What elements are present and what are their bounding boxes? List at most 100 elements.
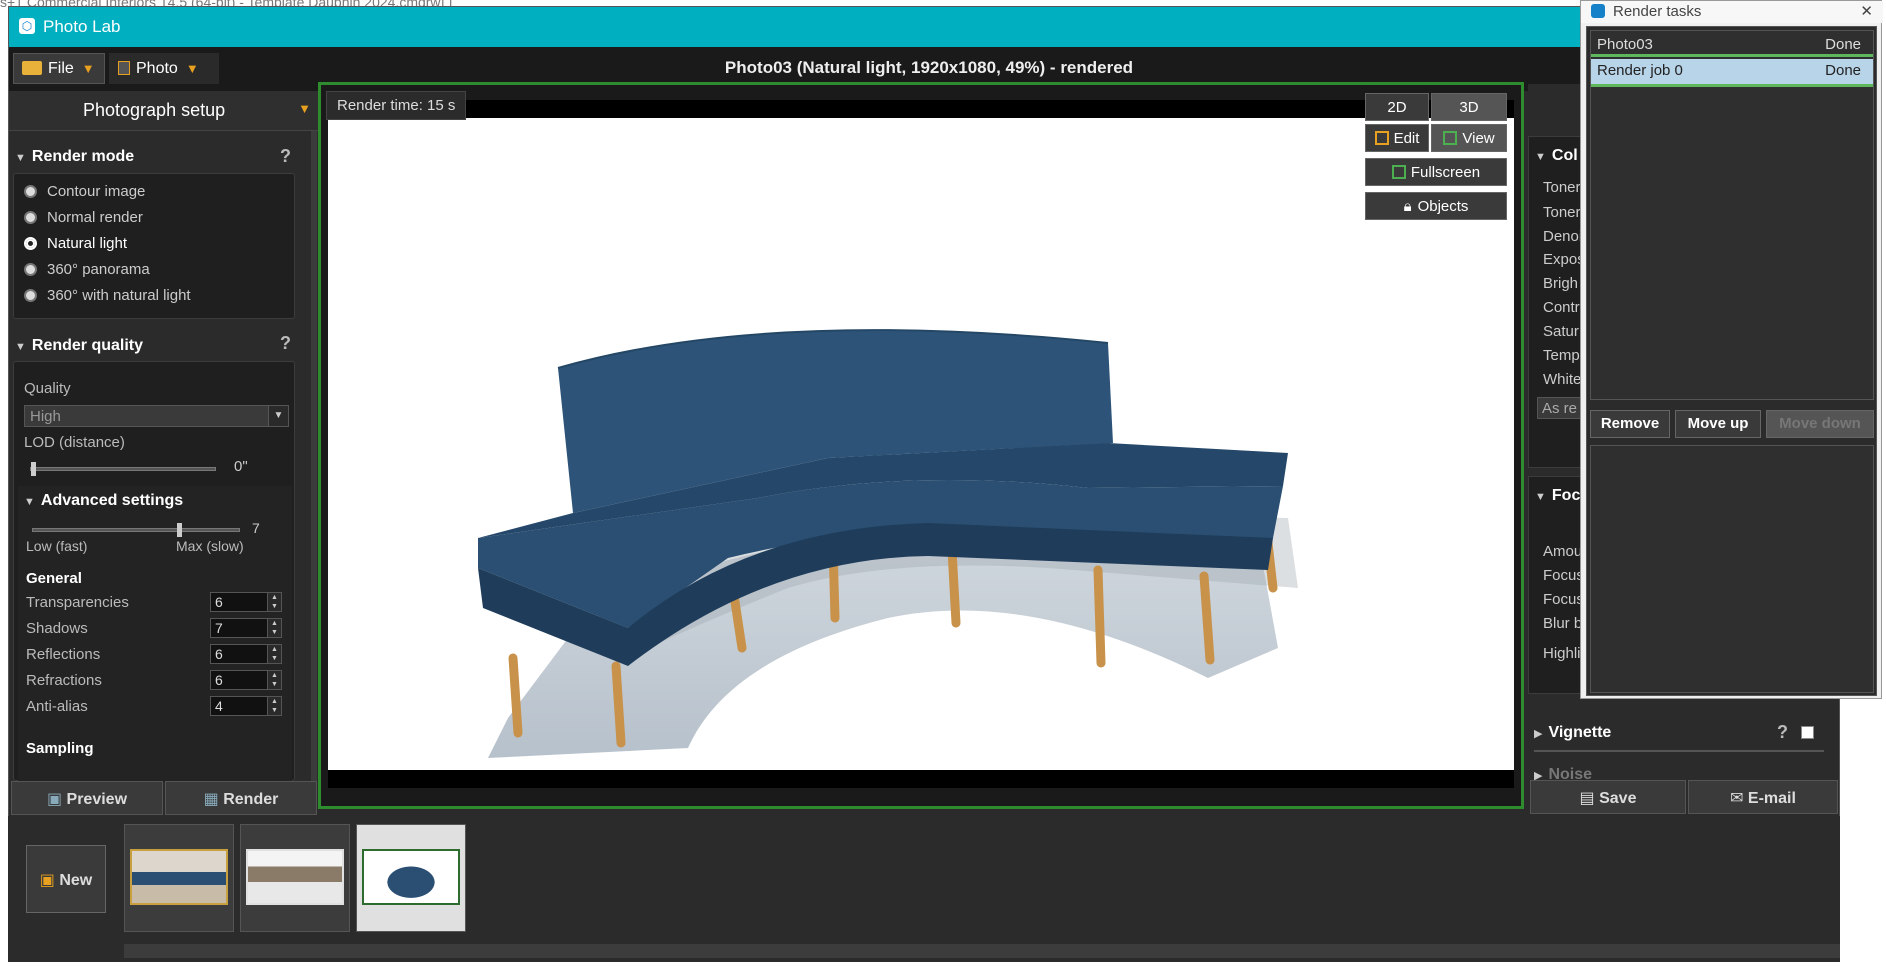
task-details-area	[1590, 445, 1874, 693]
file-menu-button[interactable]: File ▼	[13, 53, 105, 84]
max-slow-label: Max (slow)	[176, 538, 244, 554]
radio-360-natural-light[interactable]: 360° with natural light	[24, 287, 191, 304]
photograph-setup-panel: Photograph setup ▼ ▼ Render mode ? Contou…	[9, 91, 319, 786]
sampling-title: Sampling	[26, 740, 94, 757]
expand-triangle-icon: ▶	[1534, 770, 1543, 780]
left-panel-scrollbar[interactable]	[311, 131, 317, 786]
checkbox-icon	[1374, 131, 1389, 145]
move-down-button[interactable]: Move down	[1766, 410, 1874, 438]
anti-alias-label: Anti-alias	[26, 698, 88, 715]
checkbox-icon	[1391, 165, 1406, 179]
render-tasks-list: Photo03 Done Render job 0 Done	[1590, 30, 1874, 400]
save-button[interactable]: ▤ Save	[1530, 780, 1686, 814]
photo-menu-button[interactable]: Photo ▼	[109, 53, 219, 84]
quality-dropdown[interactable]: High ▼	[24, 405, 289, 427]
spinner-arrows-icon[interactable]: ▲ ▼	[267, 671, 281, 689]
slider-knob[interactable]	[31, 462, 36, 476]
render-quality-header[interactable]: ▼ Render quality ?	[15, 333, 315, 363]
edit-label: Edit	[1393, 130, 1420, 147]
spinner-arrows-icon[interactable]: ▲ ▼	[267, 619, 281, 637]
help-icon[interactable]: ?	[280, 146, 291, 167]
move-up-button[interactable]: Move up	[1675, 410, 1761, 438]
spinner-value: 7	[215, 620, 223, 636]
thumbnail-image	[362, 849, 460, 905]
thumbnail-image	[246, 849, 344, 905]
chevron-down-icon: ▼	[268, 406, 288, 426]
objects-button[interactable]: 🔒︎ Objects	[1365, 192, 1507, 220]
rendered-image	[328, 100, 1514, 788]
chevron-down-icon: ▼	[81, 61, 95, 76]
photo-thumbnail-1[interactable]	[124, 824, 234, 932]
collapse-triangle-icon: ▼	[1535, 151, 1546, 163]
spinner-arrows-icon[interactable]: ▲ ▼	[267, 593, 281, 611]
close-icon[interactable]: ✕	[1860, 2, 1873, 20]
photo-thumbnail-2[interactable]	[240, 824, 350, 932]
photograph-setup-header[interactable]: Photograph setup ▼	[9, 91, 319, 131]
color-row-label: Contr	[1543, 299, 1580, 316]
photo-thumbnail-bar: ▣ New	[8, 816, 1840, 962]
radio-label: 360° with natural light	[47, 287, 191, 304]
render-button[interactable]: ▦ Render	[165, 781, 317, 815]
radio-normal-render[interactable]: Normal render	[24, 209, 143, 226]
new-icon: ▣	[39, 872, 60, 889]
view-3d-button[interactable]: 3D	[1431, 93, 1507, 121]
app-icon	[1591, 4, 1605, 18]
advanced-settings-box: ▼ Advanced settings 7 Low (fast) Max (slo…	[18, 486, 292, 782]
radio-natural-light[interactable]: Natural light	[24, 235, 127, 252]
render-mode-header[interactable]: ▼ Render mode ?	[15, 146, 315, 174]
render-mode-title: Render mode	[31, 148, 135, 165]
anti-alias-spinner[interactable]: 4 ▲ ▼	[210, 696, 282, 716]
help-icon[interactable]: ?	[1777, 722, 1788, 743]
render-tasks-titlebar[interactable]: Render tasks ✕	[1581, 1, 1883, 23]
preview-button[interactable]: ▣ Preview	[11, 781, 163, 815]
noise-title: Noise	[1548, 766, 1593, 780]
color-row-label: Temp	[1543, 347, 1580, 364]
preview-icon: ▣	[46, 791, 67, 808]
radio-360-panorama[interactable]: 360° panorama	[24, 261, 150, 278]
list-item[interactable]: Render job 0 Done	[1591, 59, 1873, 87]
refractions-spinner[interactable]: 6 ▲ ▼	[210, 670, 282, 690]
render-viewport[interactable]: Render time: 15 s 2D 3D Edit View Fullsc…	[318, 82, 1524, 809]
shadows-label: Shadows	[26, 620, 88, 637]
view-2d-button[interactable]: 2D	[1365, 93, 1429, 121]
email-icon: ✉	[1730, 790, 1748, 807]
render-label: Render	[223, 791, 279, 808]
panel-title: Photograph setup	[83, 100, 226, 120]
transparencies-spinner[interactable]: 6 ▲ ▼	[210, 592, 282, 612]
spinner-arrows-icon[interactable]: ▲ ▼	[267, 697, 281, 715]
thumbnail-scrollbar[interactable]	[124, 944, 1840, 958]
file-menu-label: File	[48, 60, 74, 77]
edit-button[interactable]: Edit	[1365, 124, 1429, 152]
chevron-down-icon: ▼	[298, 101, 311, 116]
collapse-triangle-icon: ▼	[24, 496, 35, 508]
new-photo-button[interactable]: ▣ New	[26, 845, 106, 913]
shadows-spinner[interactable]: 7 ▲ ▼	[210, 618, 282, 638]
radio-label: 360° panorama	[47, 261, 150, 278]
lod-label: LOD (distance)	[24, 434, 125, 451]
sofa-render	[478, 329, 1298, 758]
window-title: Photo Lab	[43, 17, 121, 36]
photo-thumbnail-3[interactable]	[356, 824, 466, 932]
advanced-settings-header[interactable]: ▼ Advanced settings	[24, 492, 324, 518]
window-titlebar[interactable]: ⬡ Photo Lab	[9, 7, 1841, 47]
color-row-label: Brigh	[1543, 275, 1579, 292]
help-icon[interactable]: ?	[280, 333, 291, 354]
spinner-arrows-icon[interactable]: ▲ ▼	[267, 645, 281, 663]
remove-button[interactable]: Remove	[1590, 410, 1670, 438]
spinner-value: 6	[215, 672, 223, 688]
email-button[interactable]: ✉ E-mail	[1688, 780, 1838, 814]
slider-knob[interactable]	[177, 523, 182, 537]
noise-header[interactable]: ▶ Noise	[1534, 766, 1824, 780]
quality-level-slider[interactable]	[32, 523, 240, 537]
radio-contour-image[interactable]: Contour image	[24, 183, 145, 200]
fullscreen-button[interactable]: Fullscreen	[1365, 158, 1507, 186]
task-name: Photo03	[1597, 36, 1653, 53]
spinner-value: 4	[215, 698, 223, 714]
reflections-spinner[interactable]: 6 ▲ ▼	[210, 644, 282, 664]
view-button[interactable]: View	[1431, 124, 1507, 152]
list-item[interactable]: Photo03 Done	[1591, 33, 1873, 57]
color-row-label: White	[1543, 371, 1582, 388]
vignette-header[interactable]: ▶ Vignette ?	[1534, 722, 1824, 750]
vignette-checkbox[interactable]	[1801, 726, 1814, 739]
lod-slider[interactable]	[30, 462, 216, 476]
